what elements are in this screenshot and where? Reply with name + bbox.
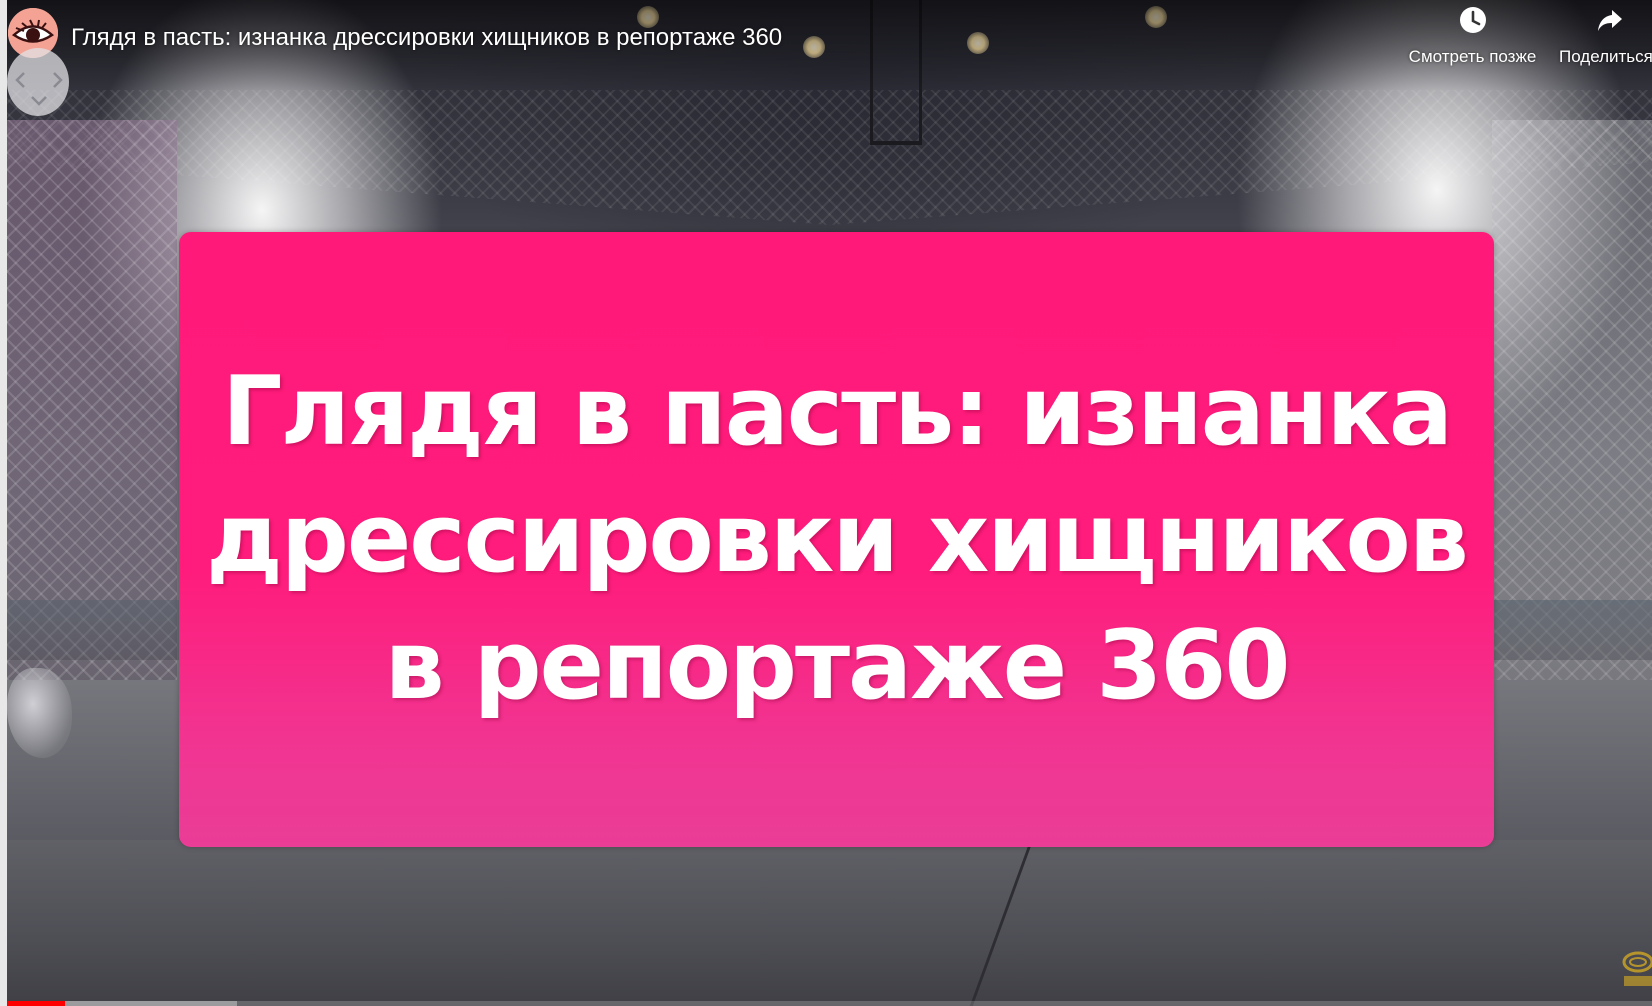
- 360-navigation-control[interactable]: [7, 48, 69, 116]
- watch-later-button[interactable]: Смотреть позже: [1400, 2, 1545, 72]
- arena-floor: [7, 840, 1652, 1006]
- video-player[interactable]: Глядя в пасть: изнанка дрессировки хищни…: [0, 0, 1652, 1006]
- title-overlay-card: Глядя в пасть: изнанка дрессировки хищни…: [179, 232, 1494, 847]
- arena-net-left: [7, 120, 177, 680]
- arena-net-right: [1492, 120, 1652, 680]
- share-button[interactable]: Поделиться: [1555, 2, 1652, 72]
- page-left-edge: [0, 0, 7, 1006]
- progress-bar[interactable]: [7, 1001, 1652, 1006]
- overlay-title-text: Глядя в пасть: изнанка дрессировки хищни…: [206, 357, 1469, 721]
- share-arrow-icon: [1598, 10, 1622, 31]
- share-label: Поделиться: [1559, 47, 1652, 66]
- watch-later-label: Смотреть позже: [1408, 47, 1537, 66]
- video-title-link[interactable]: Глядя в пасть: изнанка дрессировки хищни…: [71, 24, 782, 52]
- progress-played: [7, 1001, 65, 1006]
- chevron-down-icon[interactable]: [29, 90, 49, 110]
- circus-logo-icon: [1622, 951, 1652, 986]
- clock-icon: [1459, 7, 1486, 33]
- chevron-left-icon[interactable]: [11, 70, 31, 90]
- chevron-right-icon[interactable]: [47, 70, 67, 90]
